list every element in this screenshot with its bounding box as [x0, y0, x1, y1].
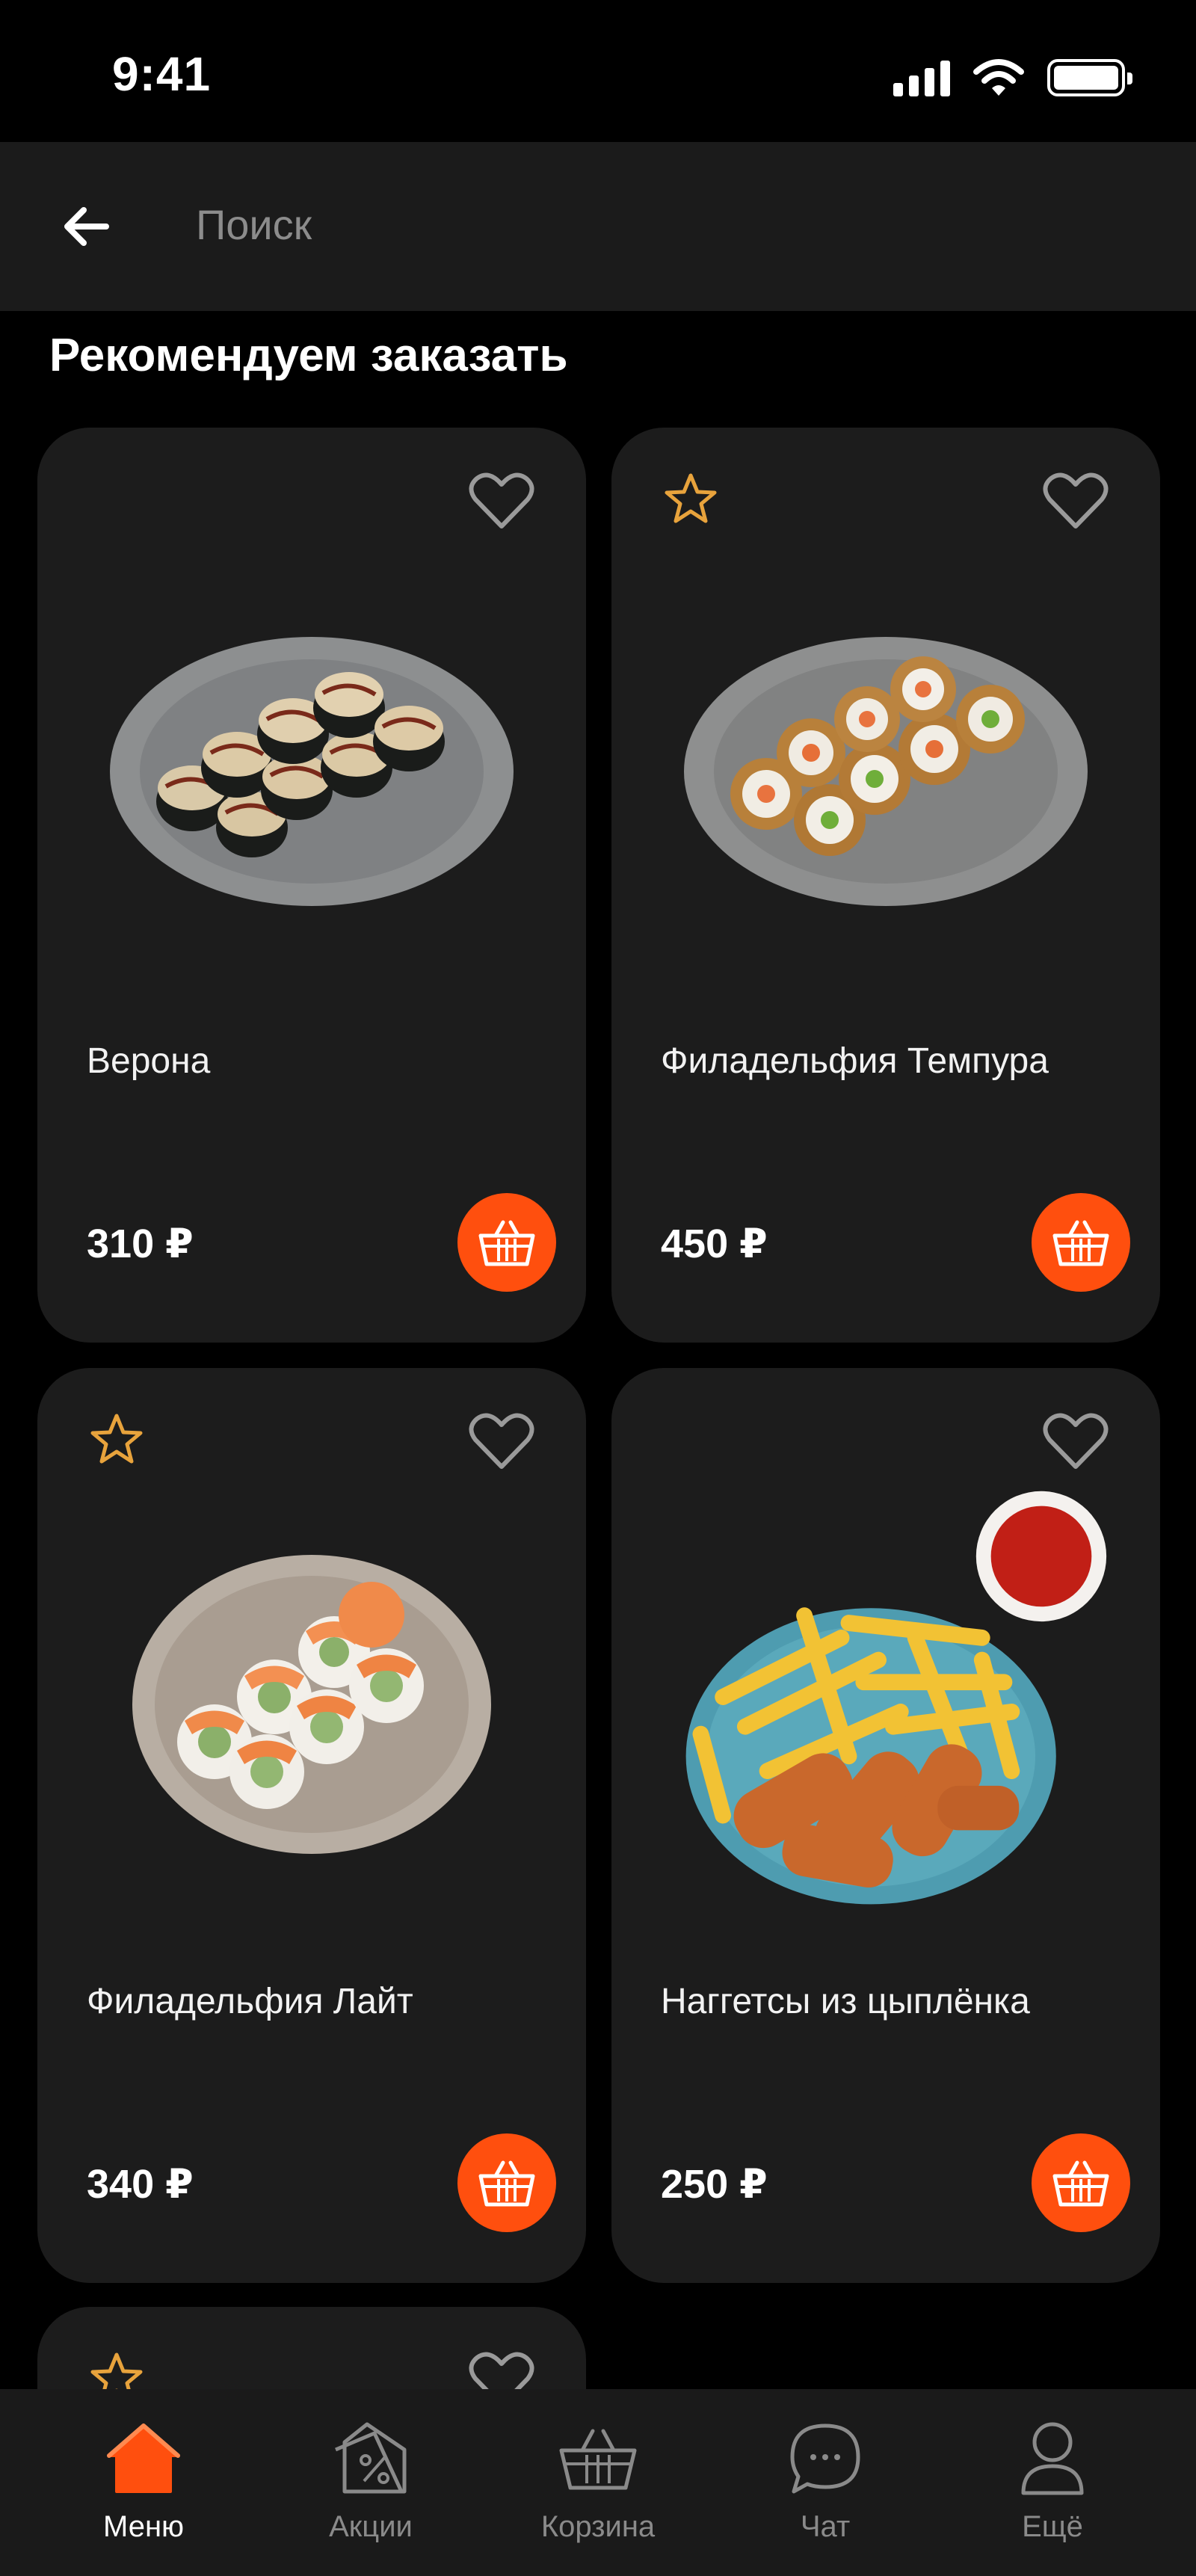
- star-icon: [665, 473, 717, 523]
- product-image: [82, 1517, 541, 1891]
- status-icons: [893, 58, 1132, 97]
- basket-icon: [1052, 2160, 1109, 2207]
- product-image: [656, 577, 1115, 951]
- search-header: [0, 142, 1196, 311]
- discount-tag-icon: [330, 2418, 412, 2500]
- product-image: [82, 577, 541, 951]
- tempura-rolls-plate-image: [684, 637, 1088, 906]
- tab-menu[interactable]: Меню: [46, 2418, 241, 2576]
- product-name: Филадельфия Темпура: [661, 1041, 1049, 1081]
- favorite-heart-icon[interactable]: [1042, 1411, 1109, 1471]
- salmon-rolls-plate-image: [132, 1555, 491, 1854]
- product-name: Верона: [87, 1041, 211, 1081]
- product-name: Наггетсы из цыплёнка: [661, 1982, 1030, 2021]
- product-price: 250 ₽: [661, 2162, 768, 2207]
- tab-more[interactable]: Ещё: [955, 2418, 1150, 2576]
- favorite-heart-icon[interactable]: [468, 1411, 535, 1471]
- favorite-heart-icon[interactable]: [468, 471, 535, 531]
- basket-icon: [557, 2418, 639, 2500]
- tab-cart[interactable]: Корзина: [501, 2418, 695, 2576]
- product-card[interactable]: Верона 310 ₽: [37, 428, 586, 1343]
- tab-chat[interactable]: Чат: [728, 2418, 922, 2576]
- favorite-heart-icon[interactable]: [1042, 471, 1109, 531]
- tab-label: Корзина: [540, 2510, 656, 2543]
- product-image: [656, 1488, 1115, 1921]
- add-to-cart-button[interactable]: [457, 2133, 556, 2232]
- product-price: 450 ₽: [661, 1221, 768, 1266]
- cellular-signal-icon: [893, 59, 950, 96]
- add-to-cart-button[interactable]: [457, 1193, 556, 1292]
- tab-label: Чат: [800, 2510, 851, 2543]
- product-card[interactable]: Наггетсы из цыплёнка 250 ₽: [611, 1368, 1160, 2283]
- add-to-cart-button[interactable]: [1032, 1193, 1130, 1292]
- basket-icon: [1052, 1220, 1109, 1266]
- tab-promotions[interactable]: Акции: [274, 2418, 468, 2576]
- wifi-icon: [973, 59, 1024, 96]
- home-icon: [106, 2418, 181, 2500]
- tab-label: Акции: [329, 2510, 413, 2543]
- profile-icon: [1019, 2418, 1086, 2500]
- star-icon: [90, 1414, 143, 1464]
- product-card[interactable]: Филадельфия Лайт 340 ₽: [37, 1368, 586, 2283]
- battery-icon: [1047, 59, 1132, 96]
- arrow-left-icon: [64, 207, 109, 246]
- product-price: 310 ₽: [87, 1221, 194, 1266]
- nuggets-fries-plate-image: [685, 1491, 1107, 1905]
- search-input[interactable]: [196, 187, 1093, 262]
- sushi-rolls-plate-image: [110, 637, 514, 906]
- back-button[interactable]: [52, 193, 120, 260]
- product-card[interactable]: Филадельфия Темпура 450 ₽: [611, 428, 1160, 1343]
- status-bar: 9:41: [0, 0, 1196, 142]
- product-name: Филадельфия Лайт: [87, 1982, 413, 2021]
- tab-label: Ещё: [1022, 2510, 1083, 2543]
- bottom-tab-bar: Меню Акции Корзина Чат Ещё: [0, 2389, 1196, 2576]
- add-to-cart-button[interactable]: [1032, 2133, 1130, 2232]
- basket-icon: [478, 1220, 535, 1266]
- product-price: 340 ₽: [87, 2162, 194, 2207]
- tab-label: Меню: [102, 2510, 185, 2543]
- chat-bubble-icon: [788, 2418, 863, 2500]
- section-title: Рекомендуем заказать: [49, 330, 568, 381]
- basket-icon: [478, 2160, 535, 2207]
- status-time: 9:41: [112, 47, 212, 101]
